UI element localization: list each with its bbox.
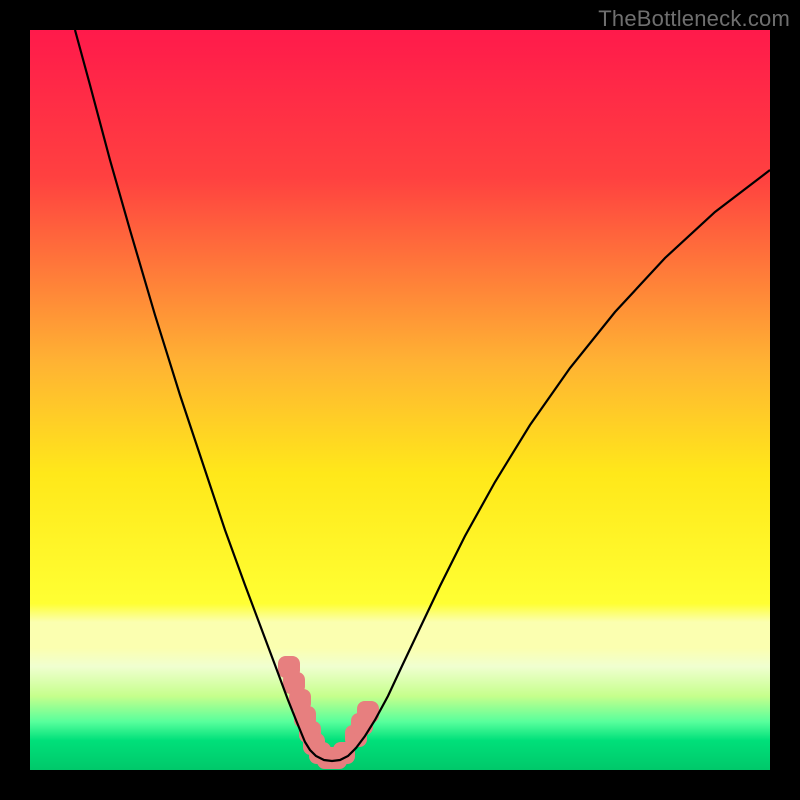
chart-frame	[30, 30, 770, 770]
bottleneck-curve-chart	[30, 30, 770, 770]
chart-background	[30, 30, 770, 770]
watermark-text: TheBottleneck.com	[598, 6, 790, 32]
